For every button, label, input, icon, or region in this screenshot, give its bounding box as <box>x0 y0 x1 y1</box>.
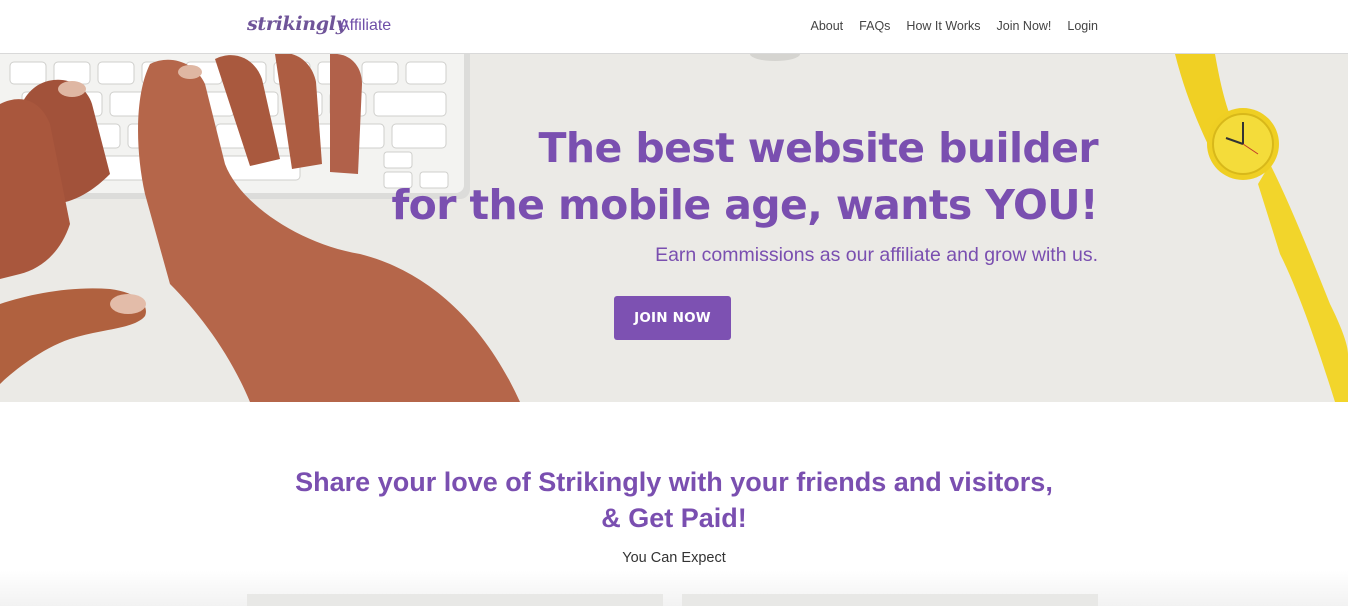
benefit-card-left <box>247 594 663 606</box>
nav-faqs[interactable]: FAQs <box>859 19 890 33</box>
share-section-title: Share your love of Strikingly with your … <box>0 464 1348 536</box>
join-now-button[interactable]: JOIN NOW <box>614 296 731 340</box>
top-navbar: strikingly Affiliate About FAQs How It W… <box>0 0 1348 54</box>
hero-headline-line1: The best website builder <box>538 124 1099 172</box>
strikingly-logo[interactable]: strikingly <box>247 13 347 35</box>
benefit-card-right <box>682 594 1098 606</box>
share-title-line1: Share your love of Strikingly with your … <box>295 467 1053 497</box>
hero-headline-line2: for the mobile age, wants YOU! <box>391 181 1098 229</box>
share-title-line2: & Get Paid! <box>601 503 747 533</box>
section-shadow <box>0 570 1348 606</box>
hero-banner: The best website builder for the mobile … <box>0 54 1348 402</box>
main-nav: About FAQs How It Works Join Now! Login <box>810 19 1098 33</box>
nav-how-it-works[interactable]: How It Works <box>906 19 980 33</box>
affiliate-label: Affiliate <box>339 17 392 34</box>
you-can-expect-label: You Can Expect <box>622 550 726 566</box>
nav-join-now[interactable]: Join Now! <box>997 19 1052 33</box>
nav-login[interactable]: Login <box>1067 19 1098 33</box>
nav-about[interactable]: About <box>810 19 843 33</box>
hero-headline: The best website builder for the mobile … <box>391 120 1098 234</box>
hero-subtitle: Earn commissions as our affiliate and gr… <box>655 244 1098 266</box>
